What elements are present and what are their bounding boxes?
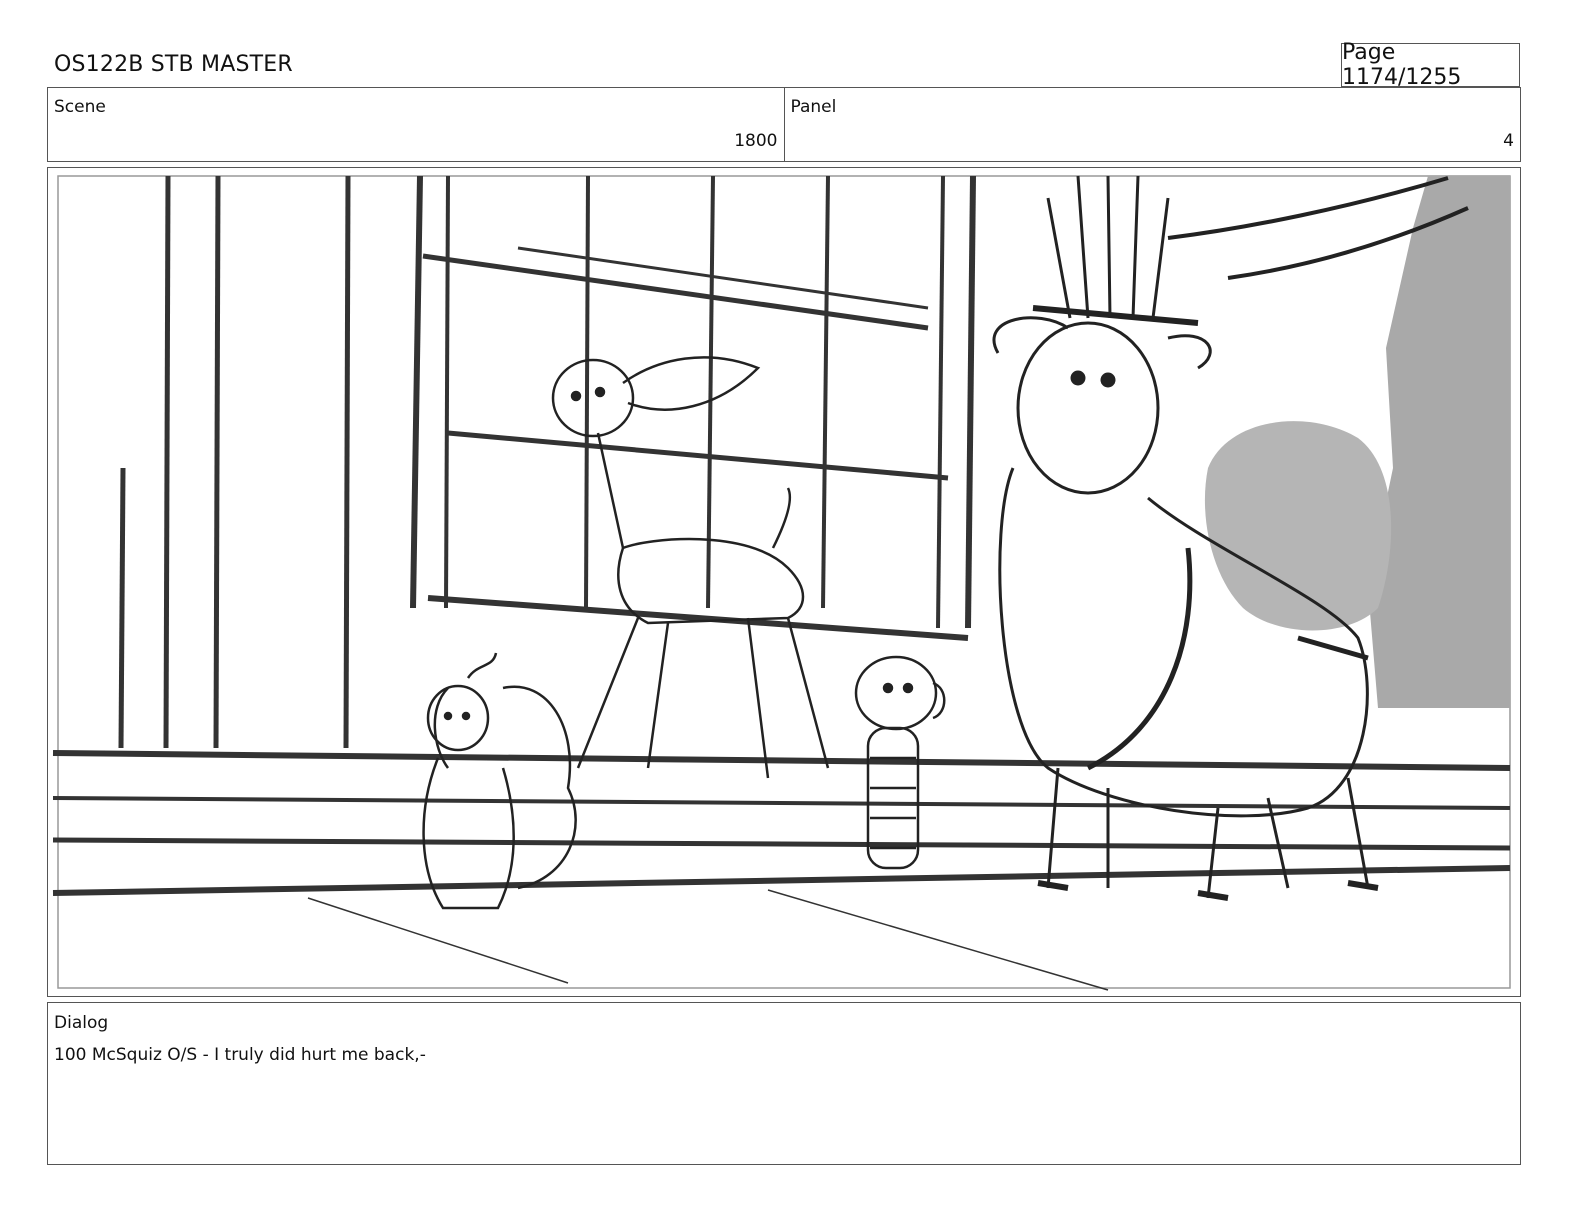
scene-label: Scene [54, 97, 106, 117]
background-bush-shade [1204, 421, 1392, 631]
document-title: OS122B STB MASTER [54, 52, 293, 77]
storyboard-sketch [52, 175, 1511, 991]
scene-cell: Scene 1800 [48, 88, 784, 161]
background-tree-shade [1368, 176, 1510, 708]
scene-number: 1800 [734, 131, 778, 151]
storyboard-panel [47, 167, 1521, 997]
dialog-label: Dialog [54, 1013, 109, 1033]
squirrel-character [422, 652, 577, 910]
scene-panel-info: Scene 1800 Panel 4 [47, 87, 1521, 162]
panel-number: 4 [1503, 131, 1514, 151]
panel-cell: Panel 4 [783, 88, 1521, 161]
panel-label: Panel [790, 97, 837, 117]
deer-character [551, 356, 830, 779]
page-counter: Page 1174/1255 [1341, 40, 1520, 90]
steps [52, 750, 1511, 991]
wall-posts [118, 175, 351, 749]
dialog-box: Dialog 100 McSquiz O/S - I truly did hur… [47, 1002, 1521, 1165]
dialog-text: 100 McSquiz O/S - I truly did hurt me ba… [54, 1045, 426, 1065]
